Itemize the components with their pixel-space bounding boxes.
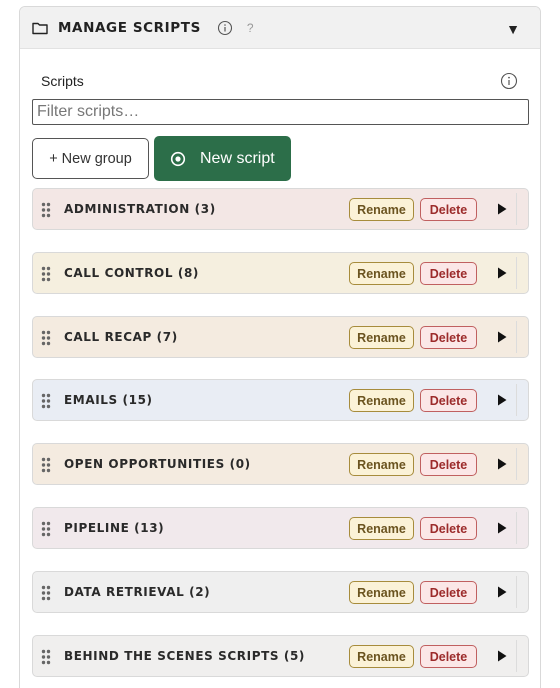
drag-handle-icon[interactable] [41,202,51,218]
help-icon[interactable]: ? [247,21,254,35]
script-group-row[interactable]: PIPELINE (13) Rename Delete [32,507,529,549]
expand-triangle-icon[interactable] [487,257,517,289]
rename-button[interactable]: Rename [349,517,414,540]
script-group-row[interactable]: CALL CONTROL (8) Rename Delete [32,252,529,294]
drag-handle-icon[interactable] [41,457,51,473]
expand-triangle-icon[interactable] [487,193,517,225]
drag-handle-icon[interactable] [41,266,51,282]
drag-handle-icon[interactable] [41,393,51,409]
delete-button[interactable]: Delete [420,326,477,349]
script-group-row[interactable]: BEHIND THE SCENES SCRIPTS (5) Rename Del… [32,635,529,677]
script-group-row[interactable]: ADMINISTRATION (3) Rename Delete [32,188,529,230]
drag-handle-icon[interactable] [41,330,51,346]
collapse-triangle-icon[interactable]: ▼ [506,21,520,37]
folder-icon [32,21,48,35]
rename-button[interactable]: Rename [349,581,414,604]
expand-triangle-icon[interactable] [487,512,517,544]
delete-button[interactable]: Delete [420,389,477,412]
info-icon[interactable] [500,72,518,90]
expand-triangle-icon[interactable] [487,321,517,353]
group-name: BEHIND THE SCENES SCRIPTS (5) [64,649,306,663]
drag-handle-icon[interactable] [41,585,51,601]
expand-triangle-icon[interactable] [487,384,517,416]
group-name: EMAILS (15) [64,393,153,407]
group-name: ADMINISTRATION (3) [64,202,216,216]
panel-header[interactable]: MANAGE SCRIPTS ? ▼ [20,7,540,49]
rename-button[interactable]: Rename [349,326,414,349]
drag-handle-icon[interactable] [41,521,51,537]
rename-button[interactable]: Rename [349,389,414,412]
group-name: CALL CONTROL (8) [64,266,199,280]
new-script-label: New script [200,149,275,167]
scripts-label: Scripts [41,73,84,89]
group-name: DATA RETRIEVAL (2) [64,585,211,599]
rename-button[interactable]: Rename [349,645,414,668]
rename-button[interactable]: Rename [349,453,414,476]
script-group-row[interactable]: DATA RETRIEVAL (2) Rename Delete [32,571,529,613]
target-icon [170,151,186,167]
new-group-button[interactable]: + New group [32,138,149,179]
delete-button[interactable]: Delete [420,517,477,540]
rename-button[interactable]: Rename [349,262,414,285]
drag-handle-icon[interactable] [41,649,51,665]
manage-scripts-panel: MANAGE SCRIPTS ? ▼ Scripts + New group N… [19,6,541,688]
delete-button[interactable]: Delete [420,453,477,476]
expand-triangle-icon[interactable] [487,640,517,672]
delete-button[interactable]: Delete [420,198,477,221]
script-group-row[interactable]: CALL RECAP (7) Rename Delete [32,316,529,358]
delete-button[interactable]: Delete [420,645,477,668]
script-group-row[interactable]: OPEN OPPORTUNITIES (0) Rename Delete [32,443,529,485]
group-name: PIPELINE (13) [64,521,165,535]
group-name: OPEN OPPORTUNITIES (0) [64,457,251,471]
new-script-button[interactable]: New script [154,136,291,181]
delete-button[interactable]: Delete [420,262,477,285]
script-group-row[interactable]: EMAILS (15) Rename Delete [32,379,529,421]
panel-title: MANAGE SCRIPTS [58,19,201,36]
delete-button[interactable]: Delete [420,581,477,604]
info-icon[interactable] [217,20,233,36]
expand-triangle-icon[interactable] [487,448,517,480]
filter-scripts-input[interactable] [32,99,529,125]
rename-button[interactable]: Rename [349,198,414,221]
group-name: CALL RECAP (7) [64,330,178,344]
expand-triangle-icon[interactable] [487,576,517,608]
